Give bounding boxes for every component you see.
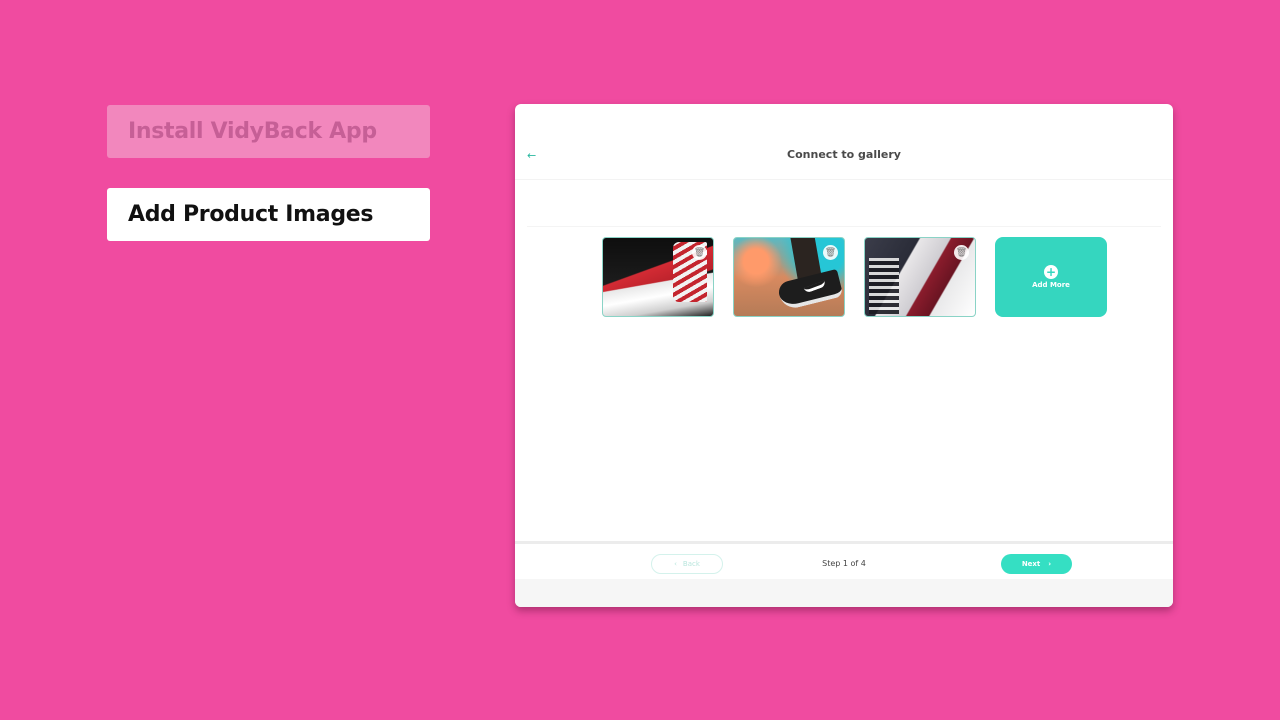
footer-base xyxy=(515,579,1173,607)
image-gallery: 🗑 🗑 🗑 + Add More xyxy=(602,237,1107,317)
step-install-app: Install VidyBack App xyxy=(107,105,430,158)
step-add-product-images: Add Product Images xyxy=(107,188,430,241)
page-title: Connect to gallery xyxy=(787,148,901,161)
image-detail xyxy=(869,258,899,314)
step-indicator: Step 1 of 4 xyxy=(822,559,866,568)
window-header: ← Connect to gallery xyxy=(515,104,1173,180)
trash-icon[interactable]: 🗑 xyxy=(823,245,838,260)
plus-circle-icon: + xyxy=(1044,265,1058,279)
trash-icon[interactable]: 🗑 xyxy=(692,245,707,260)
divider xyxy=(527,226,1161,227)
chevron-right-icon: › xyxy=(1048,560,1052,568)
gallery-image-2[interactable]: 🗑 xyxy=(733,237,845,317)
gallery-image-3[interactable]: 🗑 xyxy=(864,237,976,317)
wizard-footer: ‹ Back Step 1 of 4 Next › xyxy=(515,541,1173,579)
next-button-label: Next xyxy=(1021,560,1041,568)
next-button[interactable]: Next › xyxy=(1001,554,1072,574)
gallery-image-1[interactable]: 🗑 xyxy=(602,237,714,317)
add-more-label: Add More xyxy=(1032,281,1070,289)
app-window: ← Connect to gallery 🗑 🗑 🗑 + Add More ‹ … xyxy=(515,104,1173,607)
trash-icon[interactable]: 🗑 xyxy=(954,245,969,260)
step-install-app-label: Install VidyBack App xyxy=(128,119,377,144)
add-more-button[interactable]: + Add More xyxy=(995,237,1107,317)
step-add-product-images-label: Add Product Images xyxy=(128,202,374,227)
